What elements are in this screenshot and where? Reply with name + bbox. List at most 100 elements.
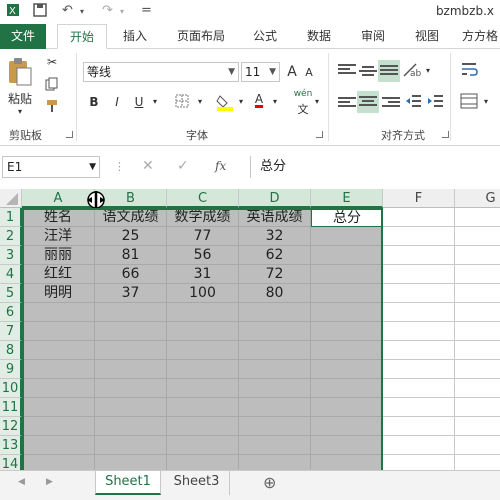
orientation-icon[interactable]: ab <box>402 62 422 81</box>
row-header-7[interactable]: 7 <box>0 322 22 341</box>
phonetic-dropdown-icon[interactable]: ▾ <box>313 97 321 106</box>
tab-home[interactable]: 开始 <box>57 24 107 49</box>
cell-a5[interactable]: 明明 <box>22 284 95 303</box>
cell-g10[interactable] <box>455 379 500 398</box>
cell-d9[interactable] <box>239 360 311 379</box>
cell-e1[interactable]: 总分 <box>311 208 383 227</box>
cell-b8[interactable] <box>95 341 167 360</box>
cell-a12[interactable] <box>22 417 95 436</box>
next-sheet-icon[interactable]: ▶ <box>46 477 53 487</box>
align-left-icon[interactable] <box>338 95 356 109</box>
cell-e2[interactable] <box>311 227 383 246</box>
cell-c3[interactable]: 56 <box>167 246 239 265</box>
cut-icon[interactable]: ✂ <box>44 55 60 69</box>
font-size-combo[interactable]: 11 ▼ <box>241 62 280 82</box>
cell-e7[interactable] <box>311 322 383 341</box>
shrink-font-button[interactable]: A <box>303 66 315 79</box>
column-header-f[interactable]: F <box>383 189 455 208</box>
formula-input[interactable]: 总分 <box>250 156 500 178</box>
clipboard-launcher-icon[interactable] <box>66 131 73 138</box>
column-header-c[interactable]: C <box>167 189 239 208</box>
name-box[interactable]: E1 ▼ <box>2 156 100 178</box>
cell-d11[interactable] <box>239 398 311 417</box>
cell-d14[interactable] <box>239 455 311 470</box>
cell-b13[interactable] <box>95 436 167 455</box>
cell-e14[interactable] <box>311 455 383 470</box>
cell-d2[interactable]: 32 <box>239 227 311 246</box>
save-icon[interactable] <box>33 3 47 21</box>
cell-d12[interactable] <box>239 417 311 436</box>
row-header-3[interactable]: 3 <box>0 246 22 265</box>
cell-e5[interactable] <box>311 284 383 303</box>
cell-d4[interactable]: 72 <box>239 265 311 284</box>
align-right-icon[interactable] <box>382 95 400 109</box>
insert-function-button[interactable]: fx <box>215 159 226 173</box>
row-header-14[interactable]: 14 <box>0 455 22 470</box>
cancel-icon[interactable]: ✕ <box>142 158 154 174</box>
orientation-dropdown-icon[interactable]: ▾ <box>424 66 432 75</box>
cell-b9[interactable] <box>95 360 167 379</box>
select-all-corner[interactable] <box>0 189 22 208</box>
cell-a10[interactable] <box>22 379 95 398</box>
cell-b7[interactable] <box>95 322 167 341</box>
format-painter-icon[interactable] <box>44 99 60 116</box>
bold-button[interactable]: B <box>87 95 101 109</box>
sheet-tab-sheet3[interactable]: Sheet3 <box>164 471 230 495</box>
cell-a7[interactable] <box>22 322 95 341</box>
cell-g1[interactable] <box>455 208 500 227</box>
cell-g8[interactable] <box>455 341 500 360</box>
tab-review[interactable]: 审阅 <box>352 24 394 49</box>
tab-insert[interactable]: 插入 <box>114 24 156 49</box>
row-header-10[interactable]: 10 <box>0 379 22 398</box>
cell-b10[interactable] <box>95 379 167 398</box>
cell-g3[interactable] <box>455 246 500 265</box>
cell-g11[interactable] <box>455 398 500 417</box>
cell-c1[interactable]: 数学成绩 <box>167 208 239 227</box>
cell-f8[interactable] <box>383 341 455 360</box>
cell-a2[interactable]: 汪洋 <box>22 227 95 246</box>
cell-b3[interactable]: 81 <box>95 246 167 265</box>
row-header-12[interactable]: 12 <box>0 417 22 436</box>
cell-g7[interactable] <box>455 322 500 341</box>
decrease-indent-icon[interactable] <box>404 93 422 112</box>
merge-dropdown-icon[interactable]: ▾ <box>482 97 490 106</box>
italic-button[interactable]: I <box>110 95 124 109</box>
cell-d1[interactable]: 英语成绩 <box>239 208 311 227</box>
tab-file[interactable]: 文件 <box>0 24 46 49</box>
font-name-combo[interactable]: 等线 ▼ <box>83 62 239 82</box>
cell-e8[interactable] <box>311 341 383 360</box>
increase-indent-icon[interactable] <box>426 93 444 112</box>
cell-g14[interactable] <box>455 455 500 470</box>
cell-f7[interactable] <box>383 322 455 341</box>
cell-c7[interactable] <box>167 322 239 341</box>
align-center-icon[interactable] <box>357 91 379 113</box>
cell-f4[interactable] <box>383 265 455 284</box>
cell-f12[interactable] <box>383 417 455 436</box>
cell-e12[interactable] <box>311 417 383 436</box>
paste-icon[interactable] <box>6 57 34 87</box>
cell-b4[interactable]: 66 <box>95 265 167 284</box>
cell-e11[interactable] <box>311 398 383 417</box>
tab-fangfangge[interactable]: 方方格 <box>458 24 500 49</box>
cell-c8[interactable] <box>167 341 239 360</box>
cell-c4[interactable]: 31 <box>167 265 239 284</box>
cell-d6[interactable] <box>239 303 311 322</box>
cell-c9[interactable] <box>167 360 239 379</box>
border-icon[interactable] <box>174 94 190 111</box>
underline-button[interactable]: U <box>132 95 146 109</box>
phonetic-button[interactable]: wén <box>292 89 314 99</box>
column-header-e[interactable]: E <box>311 189 383 208</box>
font-launcher-icon[interactable] <box>316 131 323 138</box>
cell-f13[interactable] <box>383 436 455 455</box>
cell-c6[interactable] <box>167 303 239 322</box>
fill-color-dropdown-icon[interactable]: ▾ <box>237 97 245 106</box>
paste-button[interactable]: 粘贴 <box>4 90 36 107</box>
alignment-launcher-icon[interactable] <box>442 131 449 138</box>
redo-icon[interactable]: ↷ <box>102 3 113 18</box>
tab-formulas[interactable]: 公式 <box>244 24 286 49</box>
cell-b2[interactable]: 25 <box>95 227 167 246</box>
row-header-5[interactable]: 5 <box>0 284 22 303</box>
undo-dropdown-icon[interactable]: ▾ <box>80 7 84 16</box>
cell-a14[interactable] <box>22 455 95 470</box>
cell-b1[interactable]: 语文成绩 <box>95 208 167 227</box>
